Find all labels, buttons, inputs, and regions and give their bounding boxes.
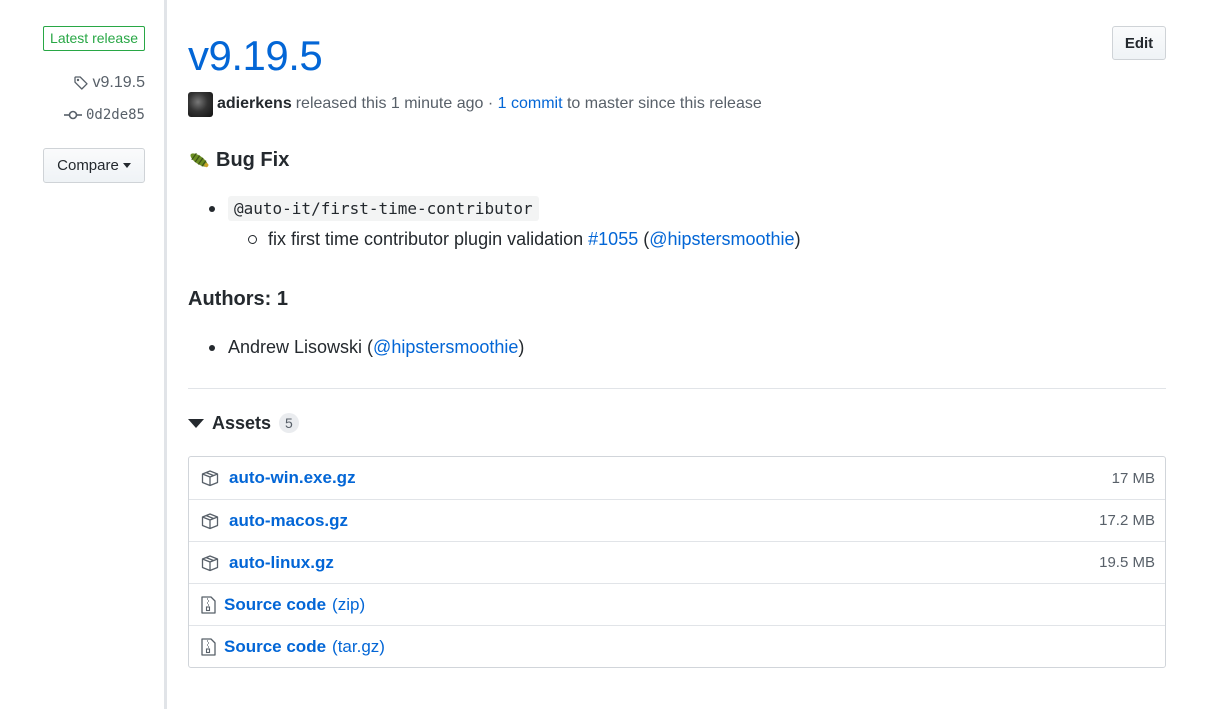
package-icon xyxy=(201,554,219,571)
asset-link[interactable]: auto-win.exe.gz xyxy=(229,468,356,488)
file-zip-icon xyxy=(201,637,216,656)
latest-release-badge: Latest release xyxy=(43,26,145,51)
release-notes: Bug Fix @auto-it/first-time-contributor … xyxy=(188,145,1166,362)
package-name: @auto-it/first-time-contributor xyxy=(228,196,539,221)
fix-user-link[interactable]: @hipstersmoothie xyxy=(649,229,794,249)
compare-label: Compare xyxy=(57,157,119,174)
fix-description: fix first time contributor plugin valida… xyxy=(268,229,584,249)
release-main: v9.19.5 Edit adierkens released this 1 m… xyxy=(188,0,1166,709)
file-zip-icon xyxy=(201,595,216,614)
released-text: released this 1 minute ago · xyxy=(295,95,494,112)
bug-fix-title: Bug Fix xyxy=(216,148,290,171)
edit-button[interactable]: Edit xyxy=(1112,26,1166,60)
asset-size: 17.2 MB xyxy=(1099,512,1155,529)
release-title[interactable]: v9.19.5 xyxy=(188,28,323,84)
list-item: fix first time contributor plugin valida… xyxy=(228,224,1166,254)
source-code-link[interactable]: Source code xyxy=(224,595,326,615)
release-sidebar: Latest release v9.19.5 0d2de85 Compare xyxy=(0,0,166,709)
package-icon xyxy=(201,512,219,529)
triangle-down-icon xyxy=(188,418,204,428)
commit-count-link[interactable]: 1 commit xyxy=(498,95,563,113)
section-divider xyxy=(188,388,1166,389)
asset-row[interactable]: Source code (zip) xyxy=(189,583,1165,625)
commit-link[interactable]: 0d2de85 xyxy=(63,104,145,126)
assets-list: auto-win.exe.gz 17 MB auto-macos.gz 17.2… xyxy=(188,456,1166,668)
since-text: to master since this release xyxy=(566,95,762,112)
authors-heading: Authors: 1 xyxy=(188,287,288,310)
fix-sublist: fix first time contributor plugin valida… xyxy=(228,224,1166,254)
author-link[interactable]: adierkens xyxy=(217,95,292,113)
asset-row[interactable]: auto-linux.gz 19.5 MB xyxy=(189,541,1165,583)
git-commit-icon xyxy=(63,110,82,120)
asset-row[interactable]: auto-win.exe.gz 17 MB xyxy=(189,457,1165,499)
asset-row[interactable]: auto-macos.gz 17.2 MB xyxy=(189,499,1165,541)
pr-link[interactable]: #1055 xyxy=(588,229,638,249)
paren-close: ) xyxy=(794,229,801,249)
commit-sha: 0d2de85 xyxy=(85,107,145,123)
tag-label: v9.19.5 xyxy=(92,74,145,91)
sidebar-divider xyxy=(164,0,167,709)
bug-icon xyxy=(190,152,209,168)
compare-button[interactable]: Compare xyxy=(43,148,145,183)
bug-fix-list: @auto-it/first-time-contributor fix firs… xyxy=(188,193,1166,254)
tag-link[interactable]: v9.19.5 xyxy=(73,72,145,94)
source-code-format[interactable]: (tar.gz) xyxy=(332,637,385,657)
assets-label: Assets xyxy=(212,412,272,433)
assets-count: 5 xyxy=(279,413,299,433)
author-close: ) xyxy=(518,337,525,357)
asset-link[interactable]: auto-linux.gz xyxy=(229,553,334,573)
source-code-format[interactable]: (zip) xyxy=(332,595,365,615)
list-item: @auto-it/first-time-contributor fix firs… xyxy=(188,193,1166,254)
asset-link[interactable]: auto-macos.gz xyxy=(229,511,348,531)
bug-fix-heading: Bug Fix xyxy=(188,145,1166,175)
source-code-link[interactable]: Source code xyxy=(224,637,326,657)
caret-down-icon xyxy=(122,163,131,168)
asset-size: 19.5 MB xyxy=(1099,554,1155,571)
author-name: Andrew Lisowski ( xyxy=(228,337,374,357)
author-user-link[interactable]: @hipstersmoothie xyxy=(373,337,518,357)
asset-row[interactable]: Source code (tar.gz) xyxy=(189,625,1165,667)
avatar[interactable] xyxy=(188,91,213,117)
asset-size: 17 MB xyxy=(1111,469,1155,487)
tag-icon xyxy=(73,76,88,90)
package-icon xyxy=(201,470,219,487)
assets-toggle[interactable]: Assets 5 xyxy=(188,410,299,436)
list-item: Andrew Lisowski (@hipstersmoothie) xyxy=(188,332,1166,362)
authors-list: Andrew Lisowski (@hipstersmoothie) xyxy=(188,332,1166,362)
release-meta: adierkens released this 1 minute ago · 1… xyxy=(188,91,762,117)
